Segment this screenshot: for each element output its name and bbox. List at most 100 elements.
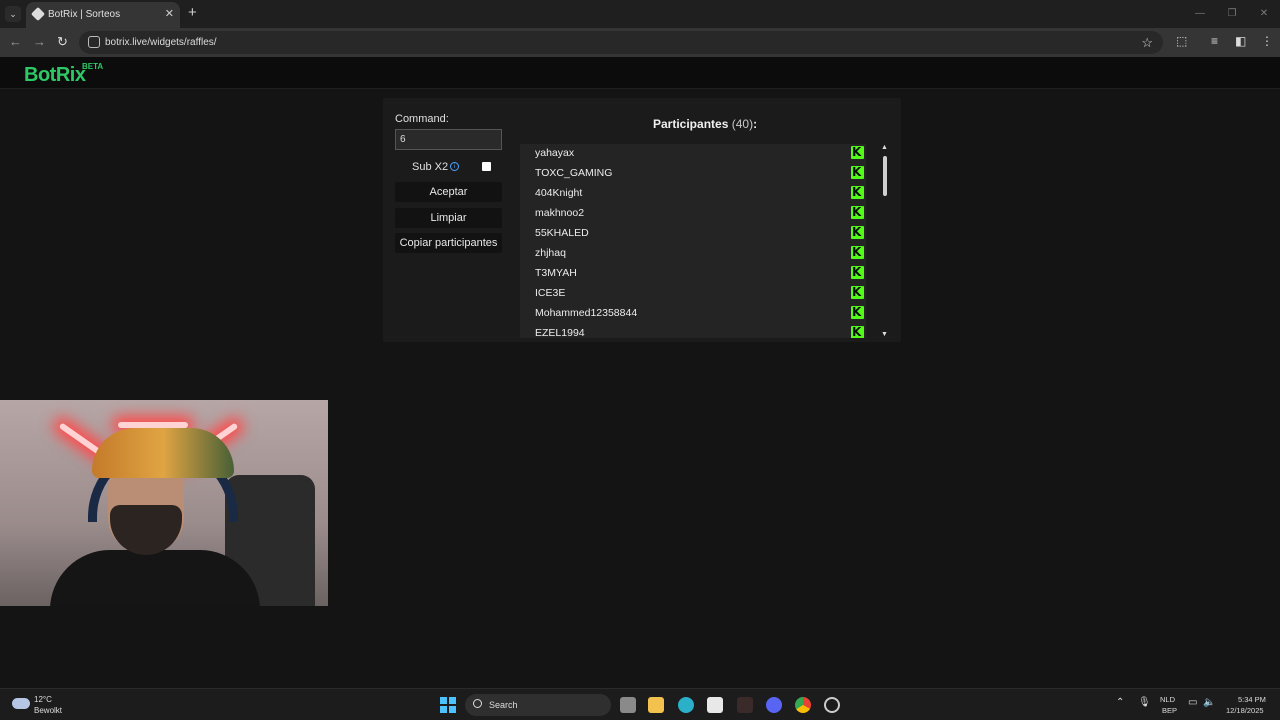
kick-icon: K [851, 145, 864, 159]
participant-name: makhnoo2 [535, 207, 585, 219]
language-code[interactable]: NLD [1160, 695, 1175, 704]
browser-tab-bar: ⌄ BotRix | Sorteos ✕ + — ❐ ✕ [0, 0, 1280, 28]
app-icon[interactable] [737, 697, 753, 713]
participant-row[interactable]: yahayax K [520, 144, 866, 163]
browser-tab[interactable]: BotRix | Sorteos ✕ [26, 2, 180, 28]
minimize-icon[interactable]: — [1184, 0, 1216, 28]
participants-count: (40) [731, 117, 754, 131]
participant-name: Mohammed12358844 [535, 307, 638, 319]
clock-date[interactable]: 12/18/2025 [1226, 706, 1264, 715]
microphone-icon[interactable]: 🎙 [1138, 697, 1151, 708]
clear-button[interactable]: Limpiar [395, 208, 502, 228]
clock-time[interactable]: 5:34 PM [1238, 695, 1266, 704]
command-label: Command: [395, 113, 449, 125]
discord-icon[interactable] [766, 697, 782, 713]
weather-temperature[interactable]: 12°C [34, 695, 52, 704]
tab-title: BotRix | Sorteos [48, 9, 121, 20]
kick-icon: K [851, 305, 864, 319]
person-shirt [50, 550, 260, 606]
participants-title-text: Participantes [653, 117, 729, 131]
store-icon[interactable] [707, 697, 723, 713]
participant-name: T3MYAH [535, 267, 577, 279]
botrix-logo[interactable]: BotRix [24, 64, 86, 87]
tab-close-icon[interactable]: ✕ [165, 7, 174, 20]
participant-row[interactable]: ICE3E K [520, 283, 866, 303]
participant-row[interactable]: makhnoo2 K [520, 203, 866, 223]
participant-name: TOXC_GAMING [535, 167, 613, 179]
participant-row[interactable]: 55KHALED K [520, 223, 866, 243]
file-explorer-icon[interactable] [648, 697, 664, 713]
task-view-icon[interactable] [620, 697, 636, 713]
tab-search-button[interactable]: ⌄ [5, 6, 21, 22]
back-icon[interactable]: ← [9, 34, 22, 49]
participant-row[interactable]: 404Knight K [520, 183, 866, 203]
site-header: BotRix BETA [0, 57, 1280, 89]
bookmark-star-icon[interactable]: ☆ [1141, 35, 1153, 51]
participants-list[interactable]: yahayax K TOXC_GAMING K 404Knight K makhnoo… [520, 144, 866, 338]
kick-icon: K [851, 205, 864, 219]
participant-name: EZEL1994 [535, 327, 585, 338]
windows-taskbar: 12°C Bewolkt Search ⌃ 🎙 NLD BEP ▭ 🔈 5:34… [0, 688, 1280, 720]
participant-row[interactable]: Mohammed12358844 K [520, 303, 866, 323]
participant-row[interactable]: zhjhaq K [520, 243, 866, 263]
keyboard-layout[interactable]: BEP [1162, 706, 1177, 715]
sub-x2-checkbox[interactable] [482, 162, 491, 171]
kick-icon: K [851, 265, 864, 279]
scroll-down-icon[interactable]: ▼ [881, 331, 888, 338]
participants-scrollbar[interactable]: ▲ ▼ [881, 144, 889, 338]
windows-start-icon[interactable] [440, 697, 456, 713]
scroll-thumb[interactable] [883, 156, 887, 196]
participant-name: 404Knight [535, 187, 583, 199]
edge-icon[interactable] [678, 697, 694, 713]
reading-list-icon[interactable]: ≡ [1211, 34, 1218, 48]
copy-participants-button[interactable]: Copiar participantes [395, 233, 502, 253]
participant-row[interactable]: T3MYAH K [520, 263, 866, 283]
chrome-icon[interactable] [795, 697, 811, 713]
raffle-widget: Command: Sub X2 i Aceptar Limpiar Copiar… [383, 98, 901, 342]
weather-description[interactable]: Bewolkt [34, 706, 62, 715]
participant-name: zhjhaq [535, 247, 566, 259]
network-icon[interactable]: ▭ [1188, 697, 1197, 708]
botrix-favicon-icon [30, 6, 46, 22]
site-info-icon[interactable] [88, 36, 100, 48]
participant-name: ICE3E [535, 287, 566, 299]
participant-row[interactable]: TOXC_GAMING K [520, 163, 866, 183]
kick-icon: K [851, 165, 864, 179]
kick-icon: K [851, 325, 864, 338]
participants-colon: : [753, 117, 758, 131]
kick-icon: K [851, 185, 864, 199]
info-icon[interactable]: i [450, 162, 459, 171]
kick-icon: K [851, 225, 864, 239]
new-tab-icon[interactable]: + [188, 4, 197, 21]
participant-row[interactable]: EZEL1994 K [520, 323, 866, 338]
webcam-overlay [0, 400, 328, 606]
taskbar-search[interactable]: Search [465, 694, 611, 716]
cloud-icon[interactable] [12, 698, 30, 709]
beta-badge: BETA [82, 62, 104, 71]
extensions-icon[interactable]: ⬚ [1176, 34, 1187, 48]
volume-icon[interactable]: 🔈 [1203, 697, 1215, 708]
participant-name: yahayax [535, 147, 575, 159]
profile-icon[interactable]: ◧ [1235, 34, 1246, 48]
command-input[interactable] [395, 129, 502, 150]
url-text[interactable]: botrix.live/widgets/raffles/ [105, 37, 217, 48]
accept-button[interactable]: Aceptar [395, 182, 502, 202]
participant-name: 55KHALED [535, 227, 589, 239]
tray-chevron-icon[interactable]: ⌃ [1116, 697, 1124, 708]
kick-icon: K [851, 245, 864, 259]
scroll-up-icon[interactable]: ▲ [881, 144, 888, 151]
maximize-icon[interactable]: ❐ [1216, 0, 1248, 28]
app-gear-icon[interactable] [824, 697, 840, 713]
participants-title: Participantes (40): [653, 117, 757, 131]
browser-toolbar: ← → ↻ botrix.live/widgets/raffles/ ☆ ⬚ ≡… [0, 28, 1280, 57]
kick-icon: K [851, 285, 864, 299]
forward-icon[interactable]: → [33, 34, 46, 49]
sub-x2-label: Sub X2 [412, 161, 449, 173]
window-close-icon[interactable]: ✕ [1248, 0, 1280, 28]
person-cap [92, 428, 234, 478]
window-controls: — ❐ ✕ [1184, 0, 1280, 28]
address-bar[interactable]: botrix.live/widgets/raffles/ ☆ [79, 31, 1163, 54]
search-placeholder: Search [489, 700, 518, 710]
browser-menu-icon[interactable]: ⋮ [1261, 34, 1273, 48]
reload-icon[interactable]: ↻ [57, 34, 68, 50]
